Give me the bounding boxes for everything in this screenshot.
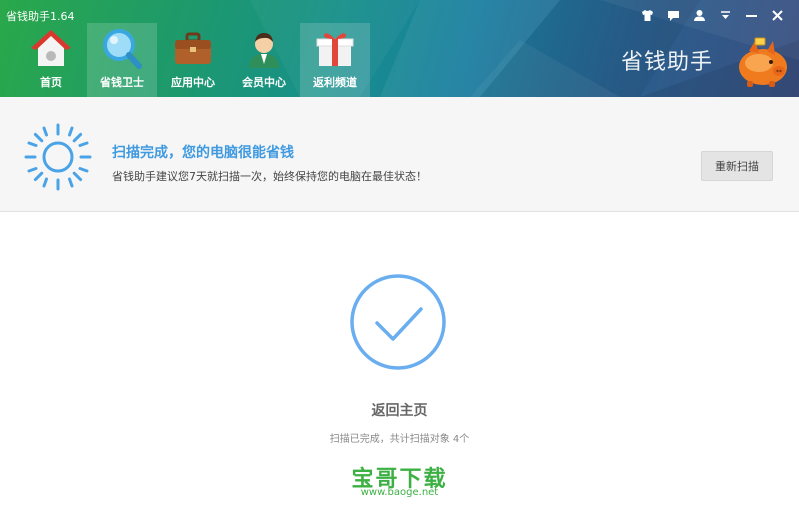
sun-icon <box>24 123 92 191</box>
person-icon <box>693 9 705 21</box>
brand-text: 省钱助手 <box>621 50 714 75</box>
nav-item-label: 首页 <box>40 76 62 89</box>
close-button[interactable] <box>767 6 787 24</box>
nav-item-member-center[interactable]: 会员中心 <box>229 23 299 97</box>
checkmark-circle-icon <box>350 274 446 370</box>
briefcase-icon <box>175 32 211 64</box>
skin-button[interactable] <box>637 6 657 24</box>
window-controls <box>637 6 787 24</box>
nav-item-home[interactable]: 首页 <box>16 23 86 97</box>
nav-item-label: 会员中心 <box>242 76 286 89</box>
nav-item-rebate-channel[interactable]: 返利频道 <box>300 23 370 97</box>
minimize-icon <box>745 14 757 17</box>
nav-item-saving-guard[interactable]: 省钱卫士 <box>87 23 157 97</box>
scan-status-panel: 扫描完成，您的电脑很能省钱 省钱助手建议您7天就扫描一次，始终保持您的电脑在最佳… <box>0 97 799 212</box>
scan-summary-text: 扫描已完成，共计扫描对象 4个 <box>329 434 470 445</box>
back-to-home-link[interactable]: 返回主页 <box>0 400 799 420</box>
rescan-button[interactable]: 重新扫描 <box>701 151 773 181</box>
title-bar-header: 省钱助手1.64 首页 省钱卫士 应用中心 会员中心 返利频道 省钱助手 <box>0 0 799 97</box>
nav-item-label: 省钱卫士 <box>100 76 144 89</box>
watermark-url: www.baoge.net <box>360 487 439 498</box>
nav-item-label: 返利频道 <box>313 76 357 89</box>
app-title: 省钱助手1.64 <box>6 10 75 23</box>
piggy-bank-logo-icon <box>739 37 787 87</box>
message-button[interactable] <box>663 6 683 24</box>
chat-icon <box>667 10 679 21</box>
close-icon <box>771 9 783 21</box>
account-button[interactable] <box>689 6 709 24</box>
tshirt-icon <box>641 9 653 21</box>
nav-item-label: 应用中心 <box>171 76 215 89</box>
nav-item-app-center[interactable]: 应用中心 <box>158 23 228 97</box>
menu-button[interactable] <box>715 6 735 24</box>
chevron-down-icon <box>720 10 730 19</box>
gift-icon <box>316 33 354 66</box>
minimize-button[interactable] <box>741 6 761 24</box>
magnifier-icon <box>103 29 142 69</box>
house-icon <box>31 30 71 66</box>
user-avatar-icon <box>249 33 279 68</box>
main-nav: 首页 省钱卫士 应用中心 会员中心 返利频道 <box>16 23 371 97</box>
scan-status-description: 省钱助手建议您7天就扫描一次，始终保持您的电脑在最佳状态！ <box>112 170 427 183</box>
scan-status-title: 扫描完成，您的电脑很能省钱 <box>112 145 294 161</box>
